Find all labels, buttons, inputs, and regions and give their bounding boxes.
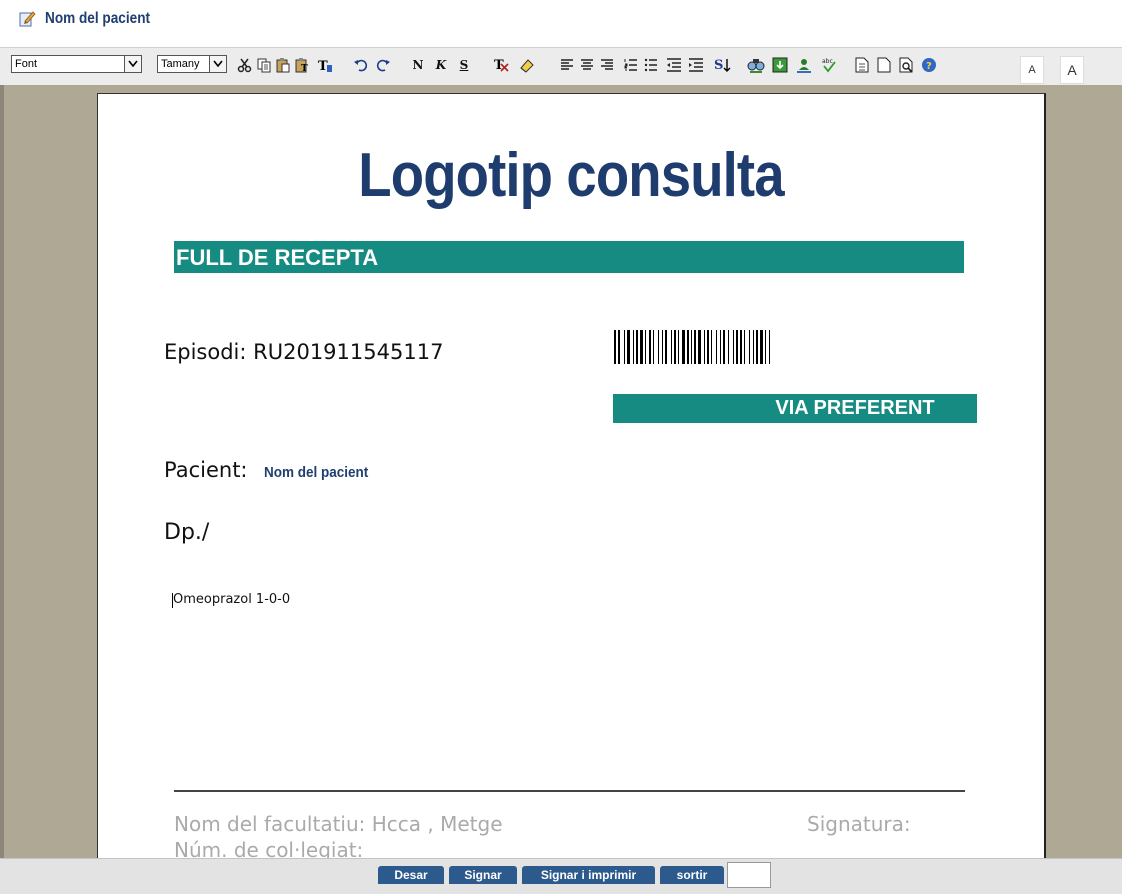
- svg-text:T: T: [301, 64, 308, 73]
- numbered-list-icon[interactable]: [622, 56, 640, 74]
- help-icon[interactable]: ?: [920, 56, 938, 74]
- spellcheck-icon[interactable]: abc: [820, 56, 838, 74]
- new-page-icon[interactable]: [853, 56, 871, 74]
- status-box: [727, 862, 771, 888]
- font-size-increase-button[interactable]: A: [1060, 56, 1084, 84]
- editor-workspace: Logotip consulta FULL DE RECEPTA Episodi…: [0, 85, 1122, 859]
- prescription-label: Dp./: [164, 520, 210, 545]
- find-replace-icon[interactable]: [747, 56, 765, 74]
- sign-button[interactable]: Signar: [449, 866, 517, 884]
- patient-label: Pacient:: [164, 458, 248, 482]
- copy-icon[interactable]: [255, 56, 273, 74]
- font-select[interactable]: Font: [11, 55, 142, 73]
- cut-icon[interactable]: [236, 56, 254, 74]
- insert-image-icon[interactable]: [771, 56, 789, 74]
- preferred-route-band: VIA PREFERENT: [613, 394, 977, 423]
- window-title: Nom del pacient: [45, 10, 151, 27]
- license-number: Núm. de col·legiat:: [174, 838, 364, 859]
- paste-text-icon[interactable]: T: [293, 56, 311, 74]
- barcode: [614, 330, 770, 364]
- svg-text:S: S: [714, 58, 723, 73]
- undo-icon[interactable]: [352, 56, 370, 74]
- paste-icon[interactable]: [274, 56, 292, 74]
- align-center-icon[interactable]: [578, 56, 596, 74]
- svg-text:T: T: [318, 59, 328, 73]
- indent-icon[interactable]: [687, 56, 705, 74]
- bullet-list-icon[interactable]: [642, 56, 660, 74]
- doctor-name: Nom del facultatiu: Hcca , Metge: [174, 812, 503, 836]
- remove-format-icon[interactable]: T: [493, 56, 511, 74]
- redo-icon[interactable]: [374, 56, 392, 74]
- align-left-icon[interactable]: [558, 56, 576, 74]
- eraser-icon[interactable]: [518, 56, 536, 74]
- paste-word-icon[interactable]: T: [316, 56, 334, 74]
- signature-label: Signatura:: [807, 812, 911, 836]
- chevron-down-icon: [124, 56, 141, 72]
- preferred-route-text: VIA PREFERENT: [775, 397, 935, 419]
- bold-button[interactable]: N: [409, 56, 427, 74]
- episode-number: Episodi: RU201911545117: [164, 340, 444, 364]
- font-size-decrease-button[interactable]: A: [1020, 56, 1044, 84]
- clinic-logo: Logotip consulta: [358, 141, 784, 210]
- blank-page-icon[interactable]: [875, 56, 893, 74]
- left-border: [0, 85, 4, 858]
- document-page[interactable]: Logotip consulta FULL DE RECEPTA Episodi…: [97, 93, 1046, 859]
- edit-document-icon: [17, 9, 37, 29]
- signature-divider: [174, 790, 965, 792]
- insert-field-icon[interactable]: [795, 56, 813, 74]
- sort-icon[interactable]: S: [713, 56, 731, 74]
- size-select-value: Tamany: [161, 58, 200, 70]
- patient-name: Nom del pacient: [264, 464, 369, 481]
- chevron-down-icon: [209, 56, 226, 72]
- font-select-value: Font: [15, 58, 38, 70]
- svg-text:?: ?: [926, 61, 932, 72]
- prescription-text[interactable]: Omeoprazol 1-0-0: [171, 592, 290, 608]
- save-button[interactable]: Desar: [378, 866, 444, 884]
- font-increase-label: A: [1067, 62, 1077, 78]
- italic-button[interactable]: K: [432, 56, 450, 74]
- print-preview-icon[interactable]: [898, 56, 916, 74]
- header-band: FULL DE RECEPTA: [174, 241, 964, 273]
- action-bar: Desar Signar Signar i imprimir sortir: [0, 858, 1122, 894]
- exit-button[interactable]: sortir: [660, 866, 724, 884]
- title-bar: Nom del pacient: [0, 0, 1122, 44]
- align-right-icon[interactable]: [598, 56, 616, 74]
- outdent-icon[interactable]: [665, 56, 683, 74]
- editor-toolbar: Font Tamany T T N K S T S abc ? A A: [0, 47, 1122, 87]
- header-band-text: FULL DE RECEPTA: [176, 245, 379, 270]
- font-decrease-label: A: [1028, 64, 1036, 76]
- underline-button[interactable]: S: [455, 56, 473, 74]
- size-select[interactable]: Tamany: [157, 55, 227, 73]
- sign-and-print-button[interactable]: Signar i imprimir: [522, 866, 655, 884]
- svg-text:abc: abc: [822, 58, 833, 65]
